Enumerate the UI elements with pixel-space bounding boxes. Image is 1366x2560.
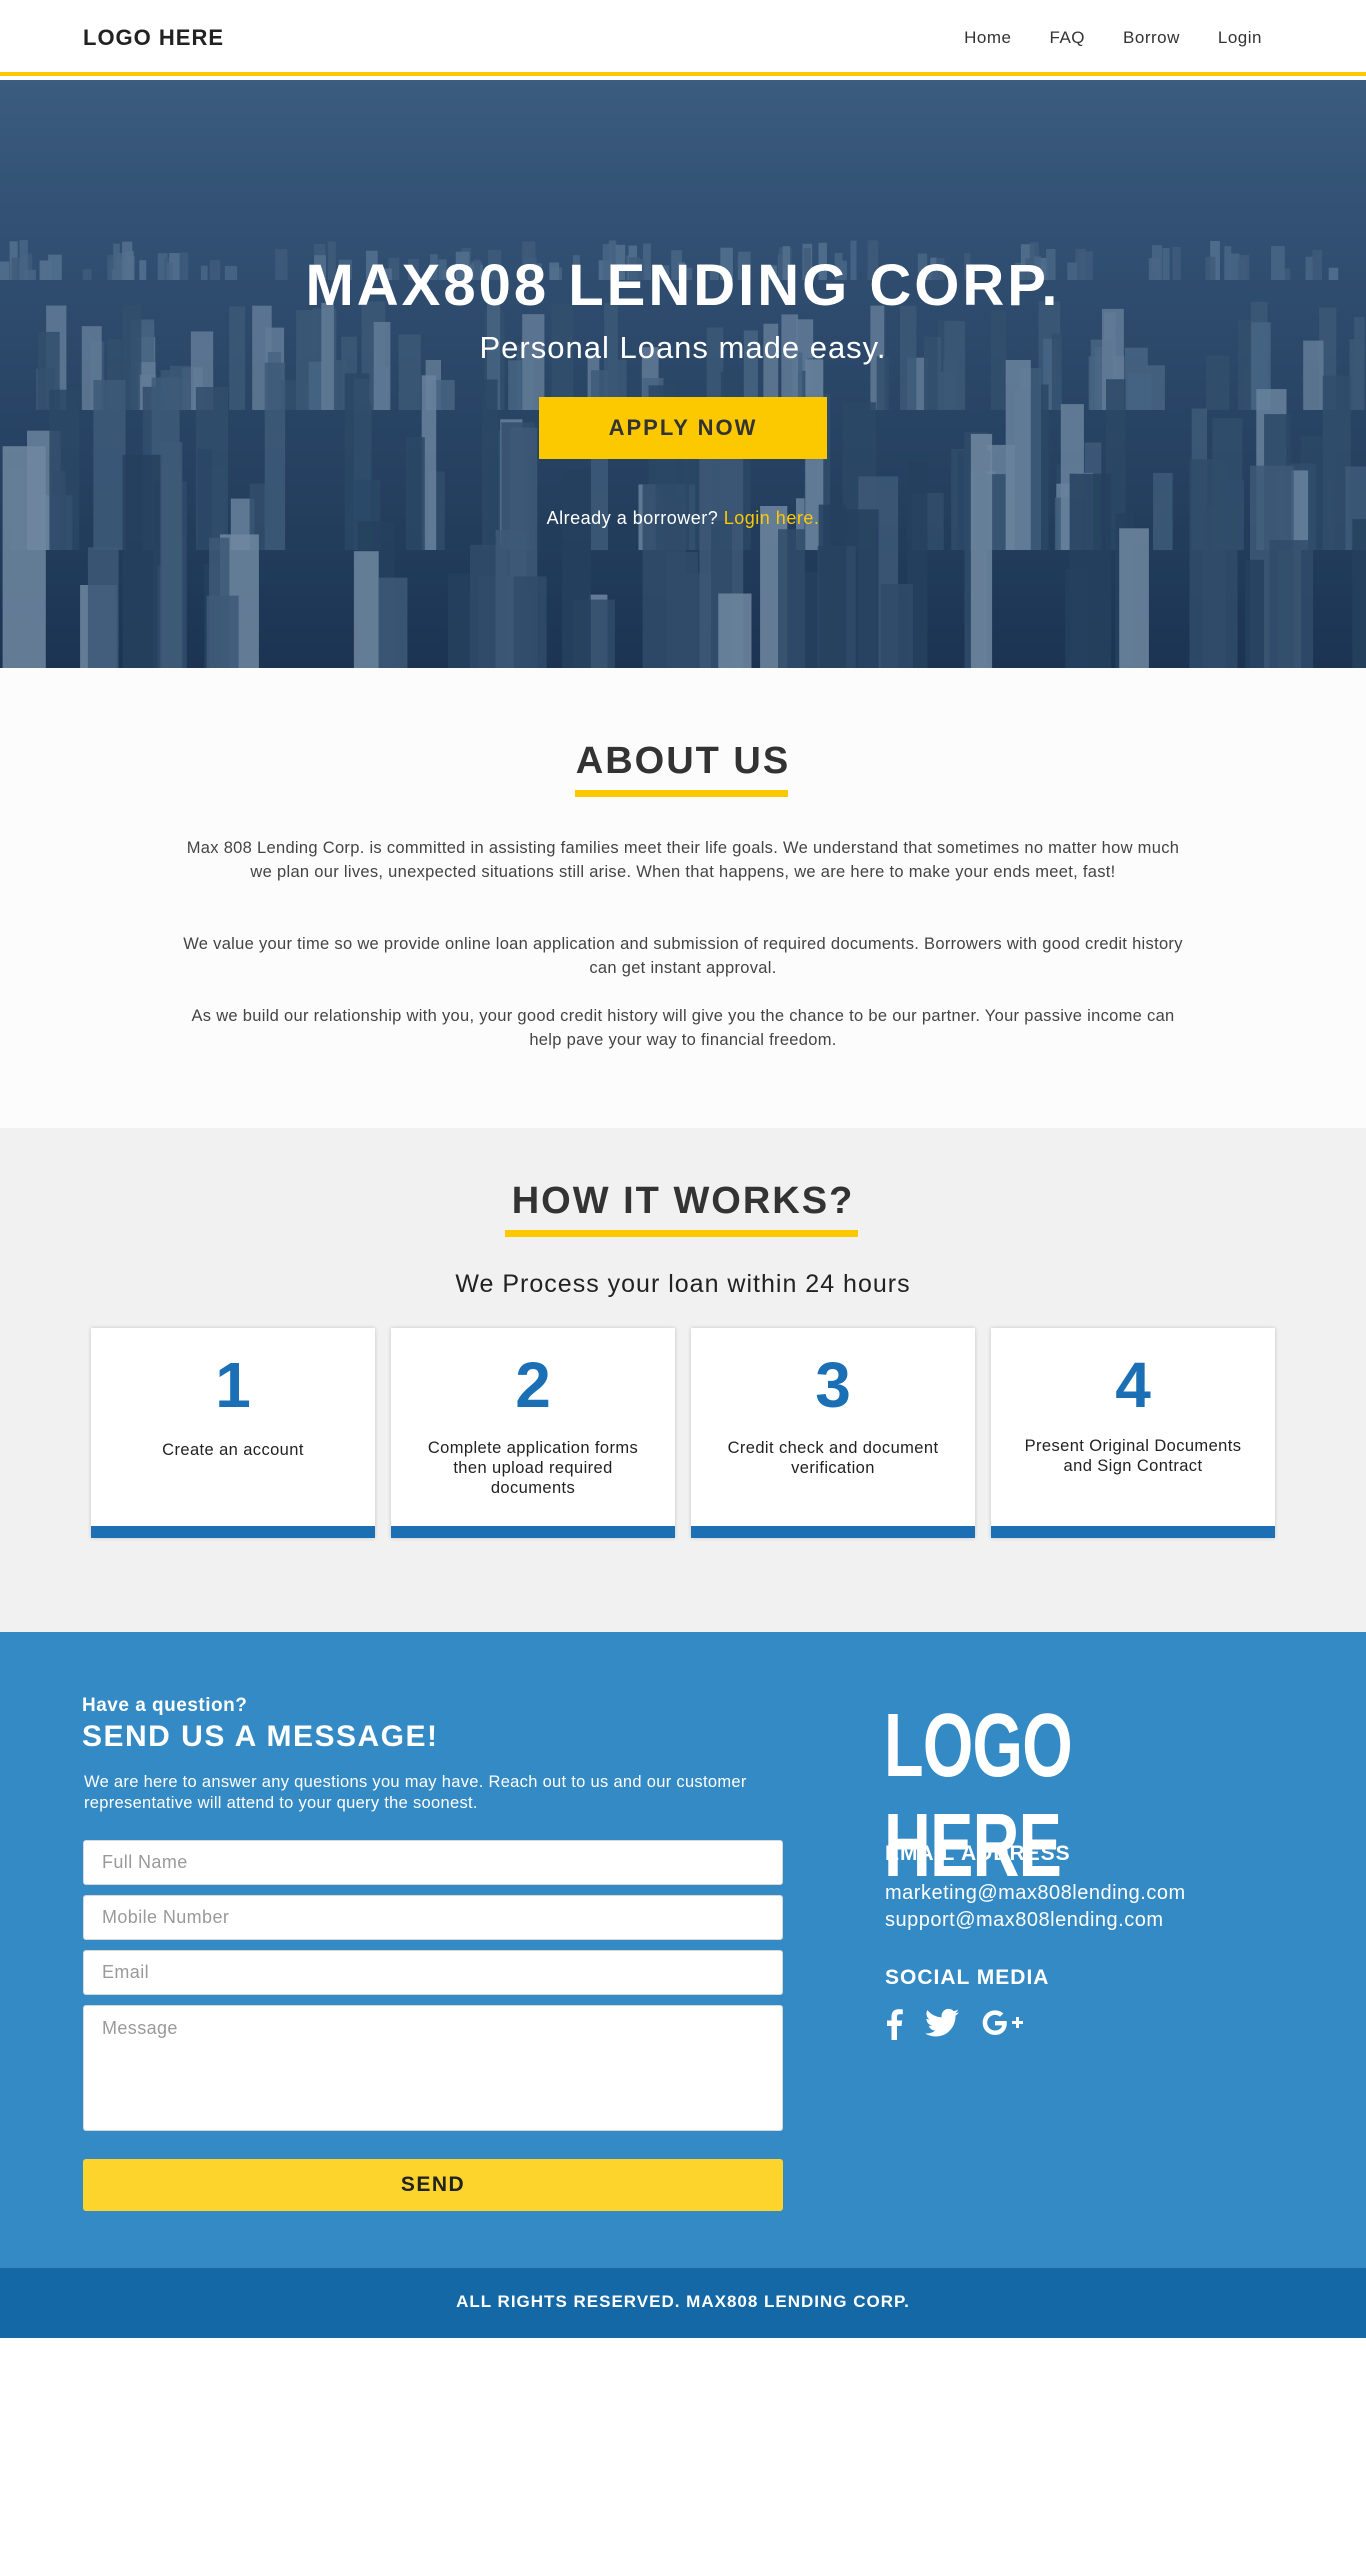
step-number: 2 bbox=[515, 1349, 551, 1421]
send-button[interactable]: SEND bbox=[83, 2159, 783, 2211]
about-paragraph-3: As we build our relationship with you, y… bbox=[191, 1007, 1175, 1049]
how-heading-underline bbox=[505, 1230, 858, 1237]
message-textarea[interactable] bbox=[83, 2005, 783, 2131]
about-paragraph-1: Max 808 Lending Corp. is committed in as… bbox=[186, 839, 1180, 881]
step-card-4: 4 Present Original Documents and Sign Co… bbox=[991, 1328, 1275, 1538]
step-number: 4 bbox=[1115, 1349, 1151, 1421]
contact-description: We are here to answer any questions you … bbox=[84, 1773, 747, 1812]
nav-links: Home FAQ Borrow Login bbox=[964, 28, 1262, 48]
nav-link-home[interactable]: Home bbox=[964, 28, 1011, 48]
question-label: Have a question? bbox=[82, 1695, 248, 1716]
step-label: Complete application forms then upload r… bbox=[427, 1439, 639, 1497]
apply-now-button[interactable]: APPLY NOW bbox=[539, 397, 827, 459]
nav-link-login[interactable]: Login bbox=[1218, 28, 1262, 48]
step-bar bbox=[391, 1526, 675, 1538]
google-plus-icon[interactable] bbox=[981, 2008, 1025, 2043]
about-paragraph-2: We value your time so we provide online … bbox=[183, 935, 1183, 977]
hero-section: MAX808 LENDING CORP. Personal Loans made… bbox=[0, 80, 1366, 668]
social-media-heading: SOCIAL MEDIA bbox=[885, 1966, 1050, 1989]
login-prompt-text: Already a borrower? bbox=[546, 508, 719, 528]
step-bar bbox=[91, 1526, 375, 1538]
email-support-link[interactable]: support@max808lending.com bbox=[885, 1909, 1164, 1932]
about-heading: ABOUT US bbox=[575, 740, 791, 782]
how-heading: HOW IT WORKS? bbox=[511, 1180, 855, 1222]
top-navbar: LOGO HERE Home FAQ Borrow Login bbox=[0, 0, 1366, 76]
email-address-heading: EMAIL ADDRESS bbox=[885, 1842, 1071, 1865]
step-bar bbox=[991, 1526, 1275, 1538]
step-bar bbox=[691, 1526, 975, 1538]
facebook-icon[interactable] bbox=[885, 2008, 903, 2045]
step-label: Create an account bbox=[162, 1441, 304, 1459]
footer-logo: LOGO HERE bbox=[884, 1696, 1073, 1896]
nav-link-borrow[interactable]: Borrow bbox=[1123, 28, 1180, 48]
nav-logo[interactable]: LOGO HERE bbox=[83, 25, 224, 51]
login-here-link[interactable]: Login here. bbox=[724, 508, 820, 528]
step-label: Present Original Documents and Sign Cont… bbox=[1024, 1437, 1242, 1475]
about-heading-underline bbox=[575, 790, 788, 797]
hero-overlay bbox=[0, 80, 1366, 668]
step-number: 3 bbox=[815, 1349, 851, 1421]
hero-title: MAX808 LENDING CORP. bbox=[305, 253, 1061, 318]
about-section: ABOUT US Max 808 Lending Corp. is commit… bbox=[0, 668, 1366, 1128]
mobile-number-input[interactable] bbox=[83, 1895, 783, 1940]
contact-section: Have a question? SEND US A MESSAGE! We a… bbox=[0, 1632, 1366, 2268]
hero-subtitle: Personal Loans made easy. bbox=[479, 330, 887, 365]
step-number: 1 bbox=[215, 1349, 251, 1421]
step-label: Credit check and document verification bbox=[727, 1439, 939, 1477]
step-card-2: 2 Complete application forms then upload… bbox=[391, 1328, 675, 1538]
nav-link-faq[interactable]: FAQ bbox=[1050, 28, 1086, 48]
step-card-1: 1 Create an account bbox=[91, 1328, 375, 1538]
hero-login-prompt: Already a borrower? Login here. bbox=[0, 508, 1366, 529]
twitter-icon[interactable] bbox=[925, 2008, 959, 2043]
step-card-3: 3 Credit check and document verification bbox=[691, 1328, 975, 1538]
full-name-input[interactable] bbox=[83, 1840, 783, 1885]
footer-copyright: ALL RIGHTS RESERVED. MAX808 LENDING CORP… bbox=[456, 2292, 910, 2311]
email-input[interactable] bbox=[83, 1950, 783, 1995]
footer-bar: ALL RIGHTS RESERVED. MAX808 LENDING CORP… bbox=[0, 2268, 1366, 2338]
how-subtitle: We Process your loan within 24 hours bbox=[455, 1270, 911, 1298]
email-marketing-link[interactable]: marketing@max808lending.com bbox=[885, 1882, 1186, 1905]
send-message-title: SEND US A MESSAGE! bbox=[82, 1720, 439, 1753]
how-it-works-section: HOW IT WORKS? We Process your loan withi… bbox=[0, 1128, 1366, 1632]
